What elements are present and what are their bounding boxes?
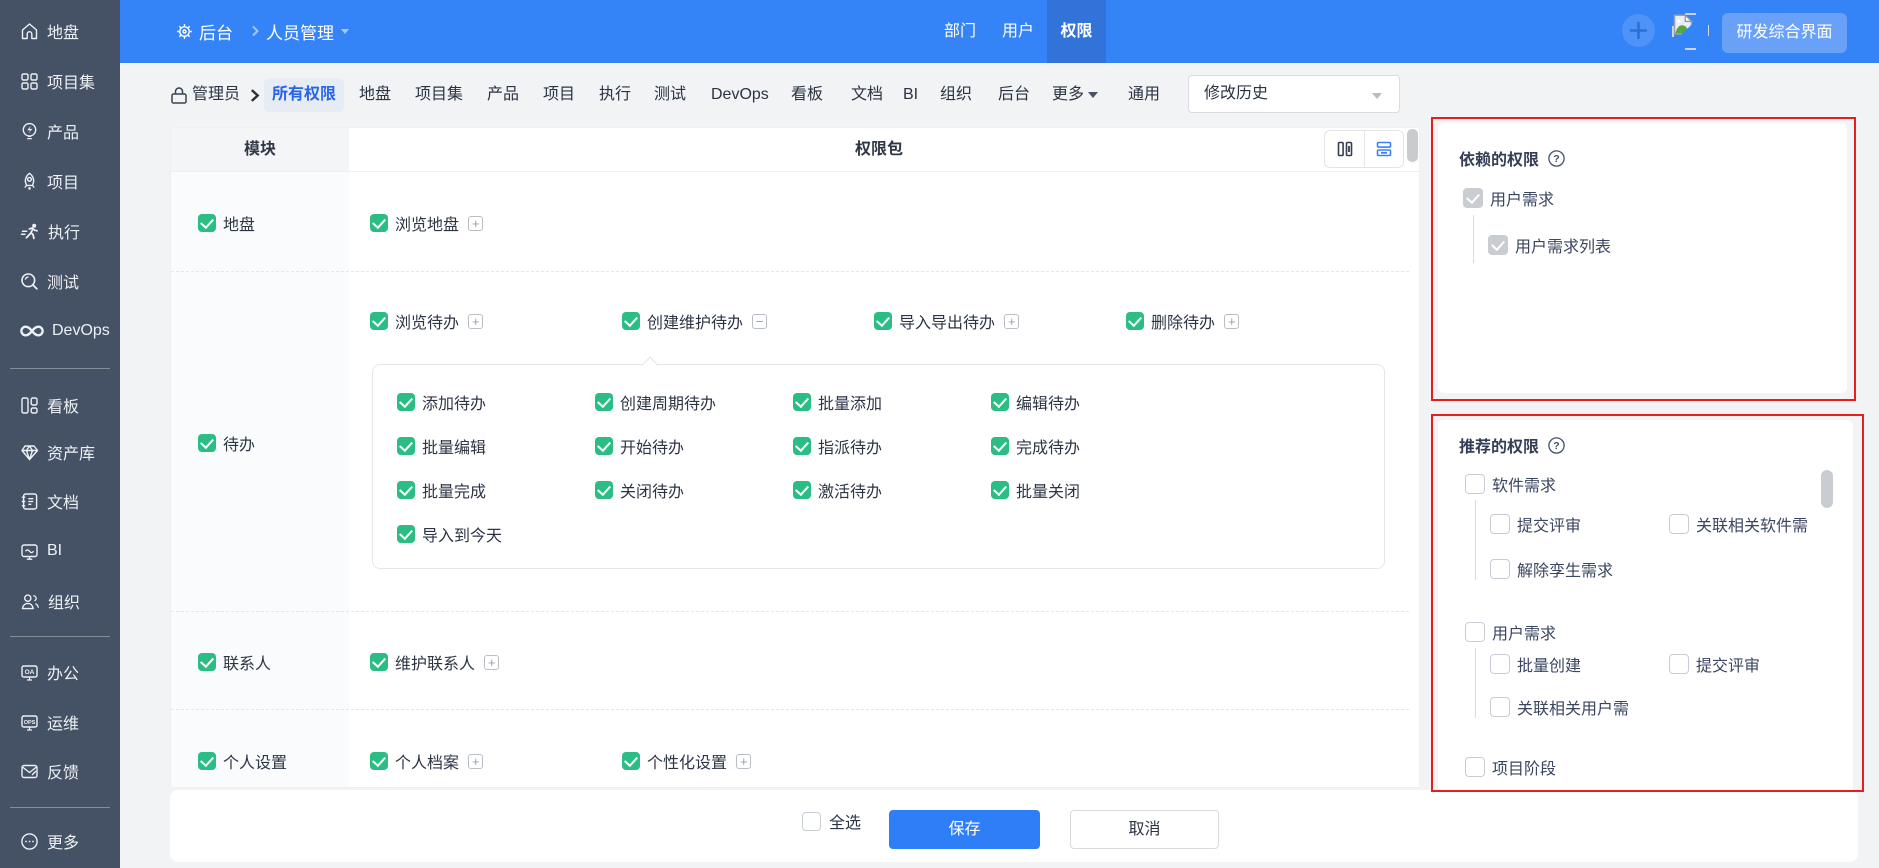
svg-text:OA: OA (25, 669, 35, 676)
svg-text:OPS: OPS (24, 720, 36, 726)
